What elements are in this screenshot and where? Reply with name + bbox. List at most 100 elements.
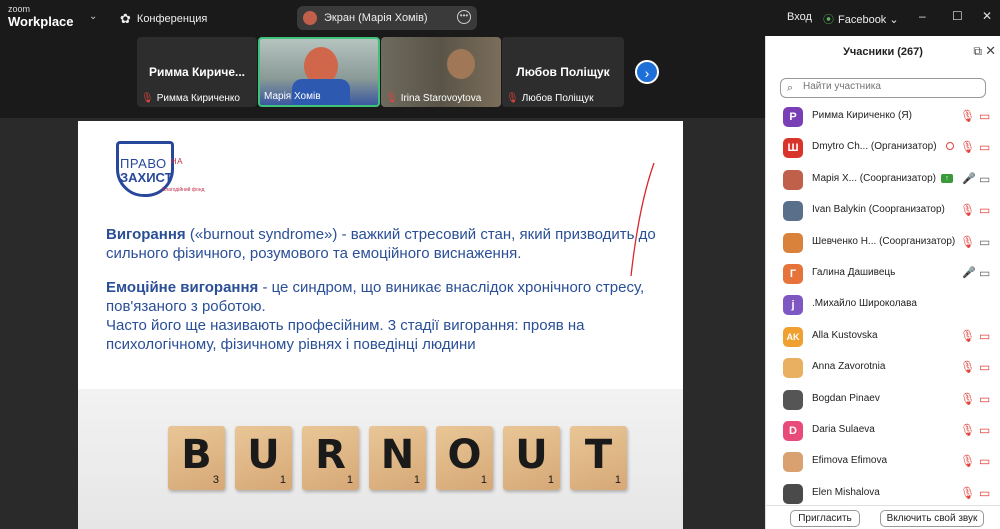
letter-tile: T1 (570, 426, 627, 490)
muted-mic-icon[interactable]: 🎙 (960, 454, 975, 468)
annotation-stroke (630, 162, 655, 277)
avatar: D (783, 420, 803, 441)
search-input[interactable] (803, 81, 983, 92)
participant-row[interactable]: Г Галина Дашивець 🎤 ▭ (766, 258, 1000, 289)
video-off-icon[interactable]: ▭ (979, 392, 990, 406)
participant-name: Bogdan Pinaev (812, 392, 880, 404)
mic-on-icon[interactable]: 🎤 (962, 266, 976, 279)
letter-tile: U1 (503, 426, 560, 490)
zoom-window: zoom Workplace ⌄ ✿ Конференция Экран (Мар… (0, 0, 1000, 529)
participants-panel: Учасники (267) ⧉ ✕ ⌕ P Римма Кириченко (… (765, 36, 1000, 529)
participant-row[interactable]: Шевченко Н... (Соорганизатор) 🎙 ▭ (766, 227, 1000, 258)
video-tile[interactable]: Любов Поліщук 🎙 Любов Поліщук (502, 37, 624, 107)
video-off-icon[interactable]: ▭ (979, 423, 990, 437)
signal-icon: ⦿ (823, 14, 834, 26)
burnout-photo: B3 U1 R1 N1 O1 U1 T1 (78, 389, 683, 529)
chevron-down-icon[interactable]: ⌄ (89, 11, 97, 22)
avatar: P (783, 107, 803, 127)
participant-name: Ivan Balykin (812, 204, 866, 216)
paragraph-1: Вигорання («burnout syndrome») - важкий … (106, 225, 666, 263)
participant-name: Elen Mishalova (812, 486, 880, 498)
definition-burnout: («burnout syndrome») - важкий стресовий … (106, 226, 656, 262)
term-emotional-burnout: Емоційне вигорання (106, 279, 259, 296)
video-off-icon[interactable]: ▭ (979, 454, 990, 468)
participant-row[interactable]: j .Михайло Широколава (766, 289, 1000, 320)
tile-name: Римма Кириче... (148, 65, 246, 79)
video-tile-active-speaker[interactable]: Марія Хомів (258, 37, 380, 107)
participant-row[interactable]: Ш Dmytro Ch... (Организатор) 🎙 ▭ (766, 132, 1000, 163)
participant-row[interactable]: D Daria Sulaeva 🎙 ▭ (766, 415, 1000, 446)
logo-text-2: ЗАХИСТ (120, 170, 173, 185)
participant-row[interactable]: AK Alla Kustovska 🎙 ▭ (766, 321, 1000, 352)
muted-mic-icon[interactable]: 🎙 (960, 140, 975, 154)
recording-icon (946, 142, 954, 151)
muted-mic-icon[interactable]: 🎙 (960, 486, 975, 500)
video-off-icon[interactable]: ▭ (979, 109, 990, 123)
close-panel-icon[interactable]: ✕ (985, 43, 996, 59)
logo-text-na: НА (170, 157, 183, 166)
participant-name: Шевченко Н... (812, 235, 877, 247)
video-off-icon[interactable]: ▭ (979, 203, 990, 217)
participant-role: (Организатор) (870, 141, 937, 153)
popout-icon[interactable]: ⧉ (973, 44, 982, 59)
shared-screen-area: ПРАВО НА ЗАХИСТ Благодійний фонд Вигоран… (0, 118, 765, 529)
zoom-logo[interactable]: zoom Workplace (8, 4, 74, 29)
brand-line-1: zoom (8, 4, 31, 14)
participant-row[interactable]: Anna Zavorotnia 🎙 ▭ (766, 352, 1000, 383)
next-page-button[interactable]: › (635, 60, 659, 84)
avatar (783, 201, 803, 222)
tile-caption: Irina Starovoytova (400, 93, 482, 104)
muted-mic-icon[interactable]: 🎙 (960, 203, 975, 217)
muted-mic-icon[interactable]: 🎙 (960, 235, 975, 249)
invite-button[interactable]: Пригласить (790, 510, 860, 527)
search-icon: ⌕ (787, 82, 794, 94)
close-button[interactable]: ✕ (982, 9, 992, 23)
mic-on-icon[interactable]: 🎤 (962, 172, 976, 185)
share-screen-pill[interactable]: Экран (Марія Хомів) ••• (297, 6, 477, 30)
avatar: Ш (783, 138, 803, 159)
participant-row[interactable]: Марія Х... (Соорганизатор) ↑ 🎤 ▭ (766, 164, 1000, 195)
participant-search[interactable]: ⌕ (780, 78, 986, 98)
participant-row[interactable]: P Римма Кириченко (Я) 🎙 ▭ (766, 101, 1000, 132)
unmute-myself-button[interactable]: Включить свой звук (880, 510, 984, 527)
muted-mic-icon[interactable]: 🎙 (960, 109, 975, 123)
muted-mic-icon[interactable]: 🎙 (960, 423, 975, 437)
screen-share-icon: ↑ (941, 173, 953, 183)
maximize-button[interactable]: ☐ (952, 9, 963, 23)
meeting-label: Конференция (136, 13, 208, 25)
tile-caption: Любов Поліщук (521, 93, 594, 104)
video-on-icon[interactable]: ▭ (979, 172, 990, 186)
video-on-icon[interactable]: ▭ (979, 266, 990, 280)
tile-caption: Марія Хомів (264, 91, 321, 102)
avatar (783, 483, 803, 504)
presenter-avatar (303, 11, 317, 25)
muted-mic-icon: 🎙 (506, 93, 519, 104)
window-controls-bar: Вход ⦿ Facebook ⌄ – ☐ ✕ (765, 0, 1000, 36)
video-off-icon[interactable]: ▭ (979, 360, 990, 374)
video-tile[interactable]: Римма Кириче... 🎙 Римма Кириченко (137, 37, 257, 107)
muted-mic-icon[interactable]: 🎙 (960, 392, 975, 406)
participant-row[interactable]: Ivan Balykin (Соорганизатор) 🎙 ▭ (766, 195, 1000, 226)
participant-row[interactable]: Bogdan Pinaev 🎙 ▭ (766, 384, 1000, 415)
meeting-info-button[interactable]: ✿ Конференция (120, 11, 207, 27)
participant-role: (Соорганизатор) (859, 172, 936, 184)
more-options-icon[interactable]: ••• (457, 10, 471, 24)
term-burnout: Вигорання (106, 226, 186, 243)
paragraph-2: Емоційне вигорання - це синдром, що вини… (106, 278, 666, 316)
video-off-icon[interactable]: ▭ (979, 329, 990, 343)
video-tile[interactable]: 🎙 Irina Starovoytova (381, 37, 501, 107)
paw-icon: ✿ (120, 11, 131, 26)
network-indicator[interactable]: ⦿ Facebook ⌄ (823, 11, 899, 27)
minimize-button[interactable]: – (919, 9, 926, 23)
video-off-icon[interactable]: ▭ (979, 140, 990, 154)
participant-row[interactable]: Efimova Efimova 🎙 ▭ (766, 446, 1000, 477)
video-off-icon[interactable]: ▭ (979, 486, 990, 500)
login-link[interactable]: Вход (787, 11, 812, 23)
participant-name: Anna Zavorotnia (812, 361, 886, 373)
muted-mic-icon[interactable]: 🎙 (960, 329, 975, 343)
muted-mic-icon[interactable]: 🎙 (960, 360, 975, 374)
participant-name: Efimova Efimova (812, 455, 888, 467)
video-on-icon[interactable]: ▭ (979, 235, 990, 249)
letter-tile: O1 (436, 426, 493, 490)
paragraph-3: Часто його ще називають професійним. 3 с… (106, 317, 585, 353)
